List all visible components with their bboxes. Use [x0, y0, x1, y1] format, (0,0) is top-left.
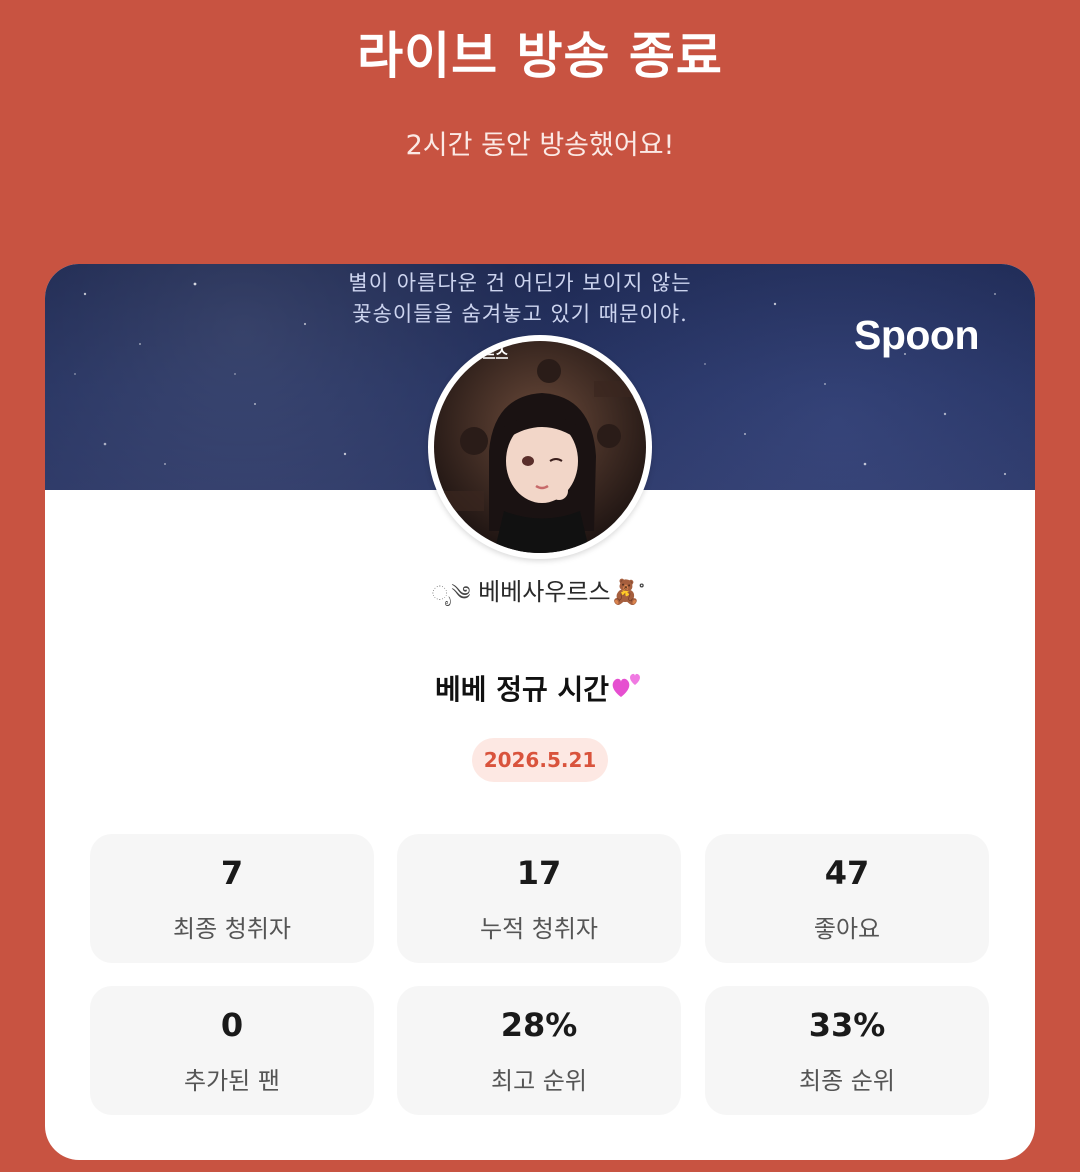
host-name[interactable]: ೃ༄ 베베사우르스🧸 ໍ	[45, 574, 1035, 611]
stat-value: 17	[516, 854, 562, 892]
stat-value: 47	[824, 854, 870, 892]
stat-added-fans: 0 추가된 팬	[90, 986, 374, 1115]
stat-label: 누적 청취자	[479, 915, 599, 943]
stat-likes: 47 좋아요	[705, 834, 989, 963]
stat-final-rank: 33% 최종 순위	[705, 986, 989, 1115]
banner-quote: 별이 아름다운 건 어딘가 보이지 않는 꽃송이들을 숨겨놓고 있기 때문이야.	[348, 271, 692, 326]
stat-label: 최고 순위	[491, 1067, 587, 1095]
stat-label: 추가된 팬	[184, 1067, 280, 1095]
show-title-text: 베베 정규 시간	[434, 673, 610, 706]
avatar-image: 베사우르스	[434, 341, 646, 553]
page-subtitle: 2시간 동안 방송했어요!	[405, 130, 675, 161]
stat-label: 최종 순위	[799, 1067, 895, 1095]
stat-best-rank: 28% 최고 순위	[397, 986, 681, 1115]
show-title: 베베 정규 시간	[45, 668, 1035, 714]
broadcast-date-badge: 2026.5.21	[472, 738, 608, 782]
host-name-text: 베베사우르스🧸	[478, 578, 641, 606]
spoon-logo: Spoon	[853, 312, 980, 358]
stat-value: 7	[220, 854, 244, 892]
two-hearts-icon	[611, 669, 645, 714]
stat-value: 33%	[808, 1006, 886, 1044]
broadcast-summary-card: 별이 아름다운 건 어딘가 보이지 않는 꽃송이들을 숨겨놓고 있기 때문이야.…	[45, 264, 1035, 1160]
stat-value: 0	[220, 1006, 244, 1044]
name-prefix-decoration: ೃ༄	[431, 581, 471, 605]
stat-total-listeners: 17 누적 청취자	[397, 834, 681, 963]
page-title: 라이브 방송 종료	[357, 27, 723, 85]
stat-label: 최종 청취자	[172, 915, 292, 943]
stat-value: 28%	[500, 1006, 578, 1044]
stat-label: 좋아요	[813, 915, 881, 943]
host-avatar[interactable]: 베사우르스	[428, 335, 652, 559]
svg-text:베사우르스: 베사우르스	[444, 347, 509, 363]
stat-final-listeners: 7 최종 청취자	[90, 834, 374, 963]
